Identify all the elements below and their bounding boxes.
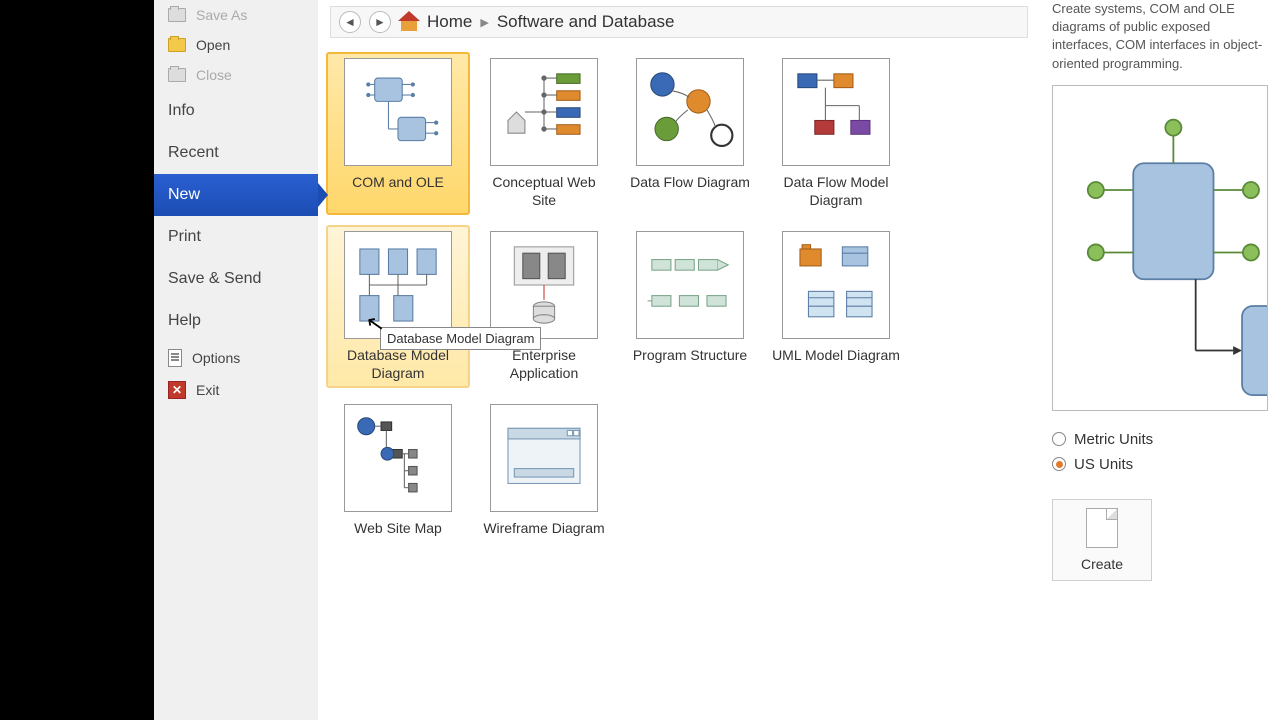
- menu-label: Exit: [196, 382, 219, 398]
- template-thumb: [636, 231, 744, 339]
- template-description: Create systems, COM and OLE diagrams of …: [1052, 0, 1268, 73]
- save-as-icon: [168, 8, 186, 22]
- menu-open[interactable]: Open: [154, 30, 318, 60]
- template-thumb: [782, 231, 890, 339]
- template-data-flow-diagram[interactable]: Data Flow Diagram: [618, 52, 762, 215]
- breadcrumb: ◄ ► Home ▶ Software and Database: [330, 6, 1028, 38]
- nav-forward-button[interactable]: ►: [369, 11, 391, 33]
- menu-recent[interactable]: Recent: [154, 132, 318, 174]
- template-wireframe-diagram[interactable]: Wireframe Diagram: [472, 398, 616, 544]
- template-com-and-ole[interactable]: COM and OLE: [326, 52, 470, 215]
- radio-label: Metric Units: [1074, 431, 1153, 448]
- template-thumb: [782, 58, 890, 166]
- template-grid: COM and OLE: [318, 52, 1040, 552]
- radio-us-units[interactable]: US Units: [1052, 452, 1268, 477]
- template-database-model-diagram[interactable]: Database Model Diagram ↖ Database Model …: [326, 225, 470, 388]
- menu-label: Options: [192, 350, 240, 366]
- template-label: Web Site Map: [352, 520, 444, 538]
- tooltip: Database Model Diagram: [380, 327, 541, 350]
- menu-label: Close: [196, 67, 232, 83]
- template-label: Program Structure: [631, 347, 749, 365]
- radio-metric-units[interactable]: Metric Units: [1052, 427, 1268, 452]
- menu-close: Close: [154, 60, 318, 90]
- template-data-flow-model-diagram[interactable]: Data Flow Model Diagram: [764, 52, 908, 215]
- chevron-right-icon: ▶: [480, 16, 488, 29]
- template-label: Data Flow Model Diagram: [770, 174, 902, 209]
- menu-save-send[interactable]: Save & Send: [154, 258, 318, 300]
- template-label: Conceptual Web Site: [478, 174, 610, 209]
- radio-label: US Units: [1074, 456, 1133, 473]
- template-thumb: [490, 58, 598, 166]
- menu-exit[interactable]: ✕ Exit: [154, 374, 318, 406]
- create-button[interactable]: Create: [1052, 499, 1152, 581]
- template-thumb: [344, 58, 452, 166]
- menu-options[interactable]: Options: [154, 342, 318, 374]
- menu-label: Open: [196, 37, 230, 53]
- create-label: Create: [1081, 556, 1123, 572]
- template-label: UML Model Diagram: [770, 347, 902, 365]
- template-thumb: [344, 231, 452, 339]
- radio-icon: [1052, 432, 1066, 446]
- template-thumb: [636, 58, 744, 166]
- preview-panel: Create systems, COM and OLE diagrams of …: [1040, 0, 1280, 720]
- template-thumb: [490, 231, 598, 339]
- template-conceptual-web-site[interactable]: Conceptual Web Site: [472, 52, 616, 215]
- breadcrumb-home[interactable]: Home: [427, 12, 472, 32]
- letterbox-left: [0, 0, 154, 720]
- options-icon: [168, 349, 182, 367]
- menu-label: Save As: [196, 7, 247, 23]
- template-enterprise-application[interactable]: Enterprise Application: [472, 225, 616, 388]
- menu-info[interactable]: Info: [154, 90, 318, 132]
- template-label: Data Flow Diagram: [628, 174, 752, 192]
- radio-icon: [1052, 457, 1066, 471]
- template-thumb: [344, 404, 452, 512]
- menu-print[interactable]: Print: [154, 216, 318, 258]
- template-label: Database Model Diagram: [332, 347, 464, 382]
- backstage-sidebar: Save As Open Close Info Recent New Print…: [154, 0, 318, 720]
- main-area: ◄ ► Home ▶ Software and Database: [318, 0, 1280, 720]
- blank-document-icon: [1086, 508, 1118, 548]
- template-preview: [1052, 85, 1268, 411]
- template-web-site-map[interactable]: Web Site Map: [326, 398, 470, 544]
- menu-save-as: Save As: [154, 0, 318, 30]
- folder-open-icon: [168, 38, 186, 52]
- template-label: Wireframe Diagram: [481, 520, 606, 538]
- nav-back-button[interactable]: ◄: [339, 11, 361, 33]
- exit-icon: ✕: [168, 381, 186, 399]
- template-thumb: [490, 404, 598, 512]
- template-uml-model-diagram[interactable]: UML Model Diagram: [764, 225, 908, 388]
- folder-close-icon: [168, 68, 186, 82]
- template-label: Enterprise Application: [478, 347, 610, 382]
- menu-new[interactable]: New: [154, 174, 318, 216]
- template-label: COM and OLE: [350, 174, 446, 192]
- template-gallery: ◄ ► Home ▶ Software and Database: [318, 0, 1040, 720]
- breadcrumb-category[interactable]: Software and Database: [497, 12, 675, 32]
- home-icon[interactable]: [399, 13, 419, 31]
- menu-help[interactable]: Help: [154, 300, 318, 342]
- template-program-structure[interactable]: Program Structure: [618, 225, 762, 388]
